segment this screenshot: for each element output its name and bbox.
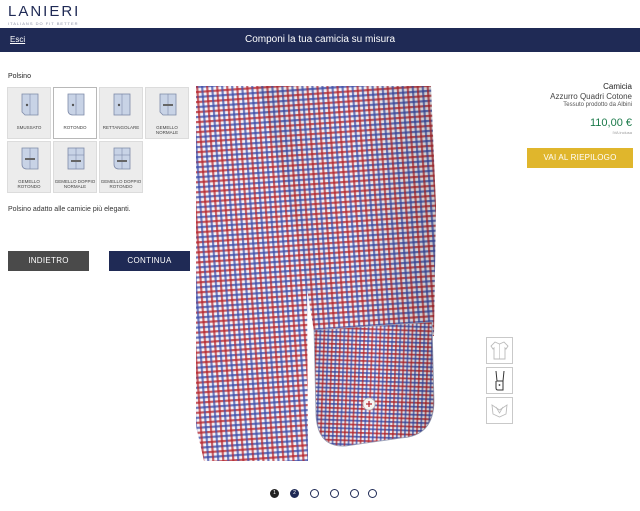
cuff-option-gemello-rotondo[interactable]: GEMELLO ROTONDO [7,141,51,193]
continue-button[interactable]: CONTINUA [109,251,190,271]
fabric-name: Azzurro Quadri Cotone [550,92,632,101]
shirt-preview[interactable] [196,86,526,486]
pager-dot-5[interactable] [350,489,359,498]
cuff-bevel-icon [21,93,39,116]
cuff-option-label: GEMELLO DOPPIO NORMALE [54,179,96,189]
view-collar-detail[interactable] [486,397,513,424]
shirt-front-icon [490,341,509,360]
cuff-option-label: GEMELLO DOPPIO ROTONDO [100,179,142,189]
double-cuff-icon [67,147,85,170]
cuff-option-label: GEMELLO ROTONDO [17,179,41,189]
cuff-option-smussato[interactable]: SMUSSATO [7,87,51,139]
cuff-option-label: GEMELLO NORMALE [155,125,179,135]
cuff-option-gemello-doppio-normale[interactable]: GEMELLO DOPPIO NORMALE [53,141,97,193]
option-description: Polsino adatto alle camicie più eleganti… [8,206,131,213]
cuff-option-label: SMUSSATO [16,125,42,130]
cuff-option-rotondo[interactable]: ROTONDO [53,87,97,139]
pager-dot-6[interactable] [368,489,377,498]
pager-dot-1[interactable]: 1 [270,489,279,498]
summary-panel: Camicia Azzurro Quadri Cotone Tessuto pr… [550,82,632,135]
pager-dot-3[interactable] [310,489,319,498]
back-button[interactable]: INDIETRO [8,251,89,271]
top-header: LANIERI ITALIANS DO FIT BETTER [0,0,640,28]
french-cuff-icon [159,93,177,116]
brand-tagline: ITALIANS DO FIT BETTER [8,21,79,26]
fabric-maker: Tessuto prodotto da Albini [563,102,632,108]
section-label: Polsino [8,73,31,80]
french-cuff-round-icon [21,147,39,170]
brand-name: LANIERI [8,3,81,20]
collar-detail-icon [491,404,508,418]
view-shirt-front[interactable] [486,337,513,364]
cuff-option-label: RETTANGOLARE [102,125,140,130]
nav-bar: Esci Componi la tua camicia su misura [0,28,640,52]
cuff-option-gemello-doppio-rotondo[interactable]: GEMELLO DOPPIO ROTONDO [99,141,143,193]
double-cuff-round-icon [113,147,131,170]
view-cuff-detail[interactable] [486,367,513,394]
cuff-detail-icon [495,370,505,391]
go-to-summary-button[interactable]: VAI AL RIEPILOGO [527,148,633,168]
pager-dot-2[interactable]: 2 [290,489,299,498]
step-pager: 1 2 [268,489,378,501]
cuff-option-label: ROTONDO [63,125,87,130]
pager-dot-4[interactable] [330,489,339,498]
cuff-option-rettangolare[interactable]: RETTANGOLARE [99,87,143,139]
cuff-rect-icon [113,93,131,116]
cuff-round-icon [67,93,85,116]
vat-note: IVA inclusa [612,130,633,135]
cuff-option-gemello-normale[interactable]: GEMELLO NORMALE [145,87,189,139]
brand-logo[interactable]: LANIERI ITALIANS DO FIT BETTER [8,3,81,26]
product-title: Camicia [603,82,632,91]
price: 110,00 € [589,117,632,129]
page-title: Componi la tua camicia su misura [244,34,396,45]
